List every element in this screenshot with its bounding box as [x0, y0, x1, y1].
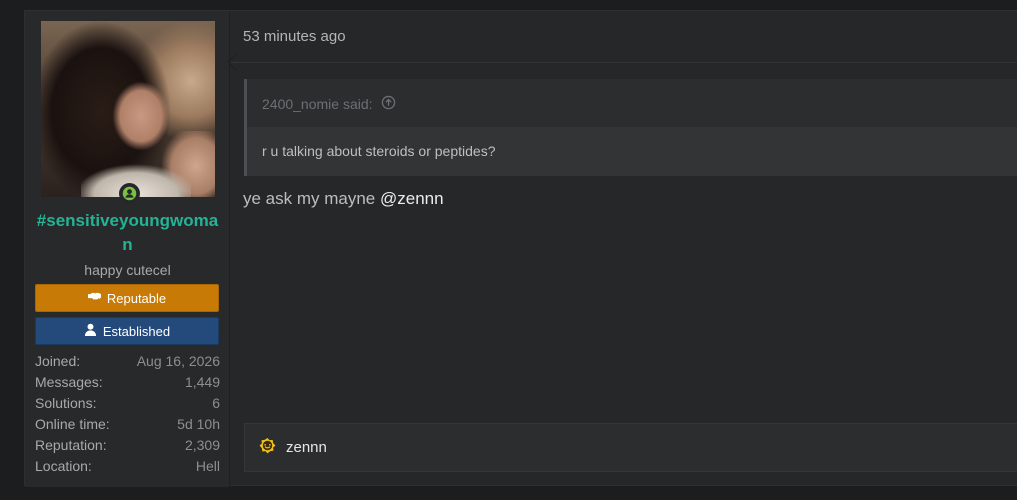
quote-block: 2400_nomie said: r u talking about stero… — [244, 79, 1017, 176]
user-mention[interactable]: @zennn — [380, 189, 444, 208]
stat-label: Online time: — [35, 416, 110, 432]
banner-label: Established — [102, 323, 171, 339]
banner-reputable: Reputable — [35, 284, 219, 312]
banner-established: Established — [35, 317, 219, 345]
post-container: #sensitiveyoungwoman happy cutecel Reput… — [24, 10, 1017, 487]
stat-reputation: Reputation: 2,309 — [35, 435, 220, 456]
handshake-icon — [87, 290, 101, 306]
stat-location: Location: Hell — [35, 456, 220, 477]
stat-value[interactable]: 2,309 — [185, 435, 220, 456]
reaction-users[interactable]: zennn — [286, 439, 327, 456]
banner-label: Reputable — [106, 290, 167, 306]
stat-value[interactable]: Hell — [196, 456, 220, 477]
reaction-badge-icon[interactable] — [259, 437, 276, 458]
quote-author[interactable]: 2400_nomie said: — [262, 96, 373, 112]
arrow-up-circle-icon[interactable] — [381, 95, 396, 113]
stat-messages: Messages: 1,449 — [35, 372, 220, 393]
quote-header[interactable]: 2400_nomie said: — [262, 95, 396, 113]
stat-value: 5d 10h — [177, 416, 220, 432]
stat-value: Aug 16, 2026 — [136, 353, 220, 369]
stat-value: 6 — [212, 395, 220, 411]
quote-text: r u talking about steroids or peptides? — [247, 127, 1017, 176]
user-online-icon — [119, 183, 140, 204]
stat-online-time: Online time: 5d 10h — [35, 414, 220, 435]
avatar[interactable] — [41, 21, 215, 197]
post-timestamp[interactable]: 53 minutes ago — [243, 28, 346, 45]
reactions-bar[interactable]: zennn — [244, 423, 1017, 472]
user-title: happy cutecel — [84, 262, 171, 278]
message-text: ye ask my mayne — [243, 189, 380, 208]
stat-solutions: Solutions: 6 — [35, 393, 220, 414]
stat-label: Reputation: — [35, 437, 107, 453]
stat-label: Solutions: — [35, 395, 97, 411]
stat-label: Messages: — [35, 374, 103, 390]
stat-joined: Joined: Aug 16, 2026 — [35, 351, 220, 372]
user-stats: Joined: Aug 16, 2026 Messages: 1,449 Sol… — [35, 351, 220, 477]
post-main: 53 minutes ago 2400_nomie said: r u talk… — [227, 11, 1017, 487]
header-divider — [231, 62, 1017, 63]
user-info-panel: #sensitiveyoungwoman happy cutecel Reput… — [25, 11, 230, 487]
username[interactable]: #sensitiveyoungwoman — [33, 209, 222, 257]
post-message: ye ask my mayne @zennn — [243, 189, 444, 209]
stat-value[interactable]: 1,449 — [185, 372, 220, 393]
stat-label: Location: — [35, 458, 92, 474]
user-icon — [84, 323, 97, 339]
stat-label: Joined: — [35, 353, 81, 369]
